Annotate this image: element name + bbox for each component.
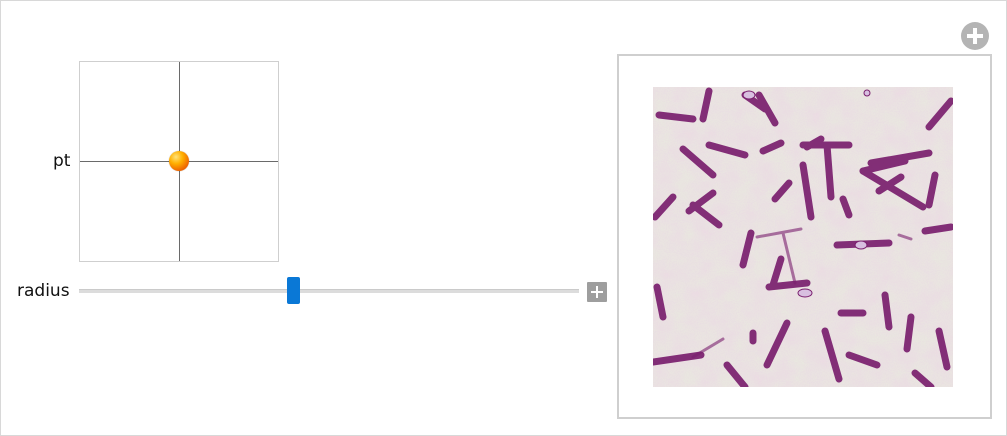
bacteria-micrograph-image xyxy=(653,87,953,387)
radius-slider-thumb[interactable] xyxy=(287,277,300,304)
radius-label: radius xyxy=(17,281,70,301)
plus-square-icon[interactable] xyxy=(587,282,607,302)
radius-slider-track[interactable] xyxy=(79,289,579,293)
locator-pane[interactable] xyxy=(79,61,279,262)
plus-circle-icon[interactable] xyxy=(961,22,989,50)
pt-label: pt xyxy=(53,151,71,171)
locator-point[interactable] xyxy=(169,151,189,171)
manipulate-panel: pt radius xyxy=(0,0,1007,436)
output-image-panel xyxy=(617,54,992,419)
